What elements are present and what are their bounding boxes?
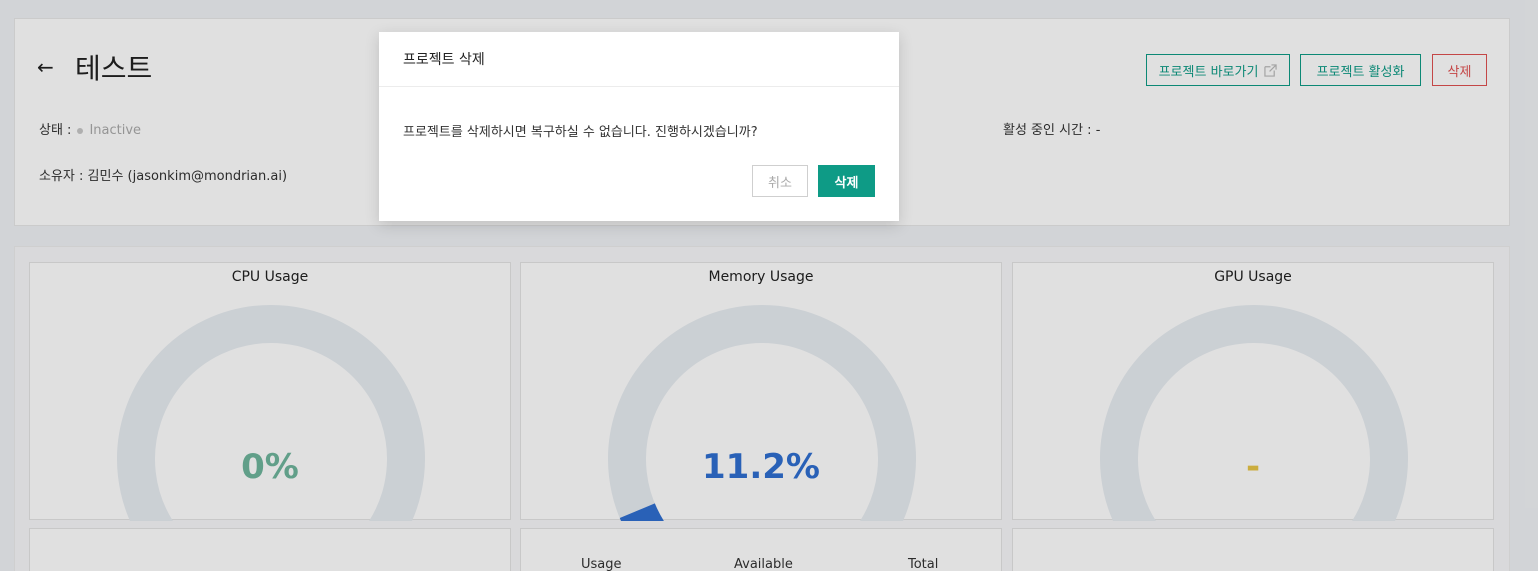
delete-project-dialog: 프로젝트 삭제 프로젝트를 삭제하시면 복구하실 수 없습니다. 진행하시겠습니… — [379, 32, 899, 221]
confirm-delete-button[interactable]: 삭제 — [818, 165, 875, 197]
cancel-button[interactable]: 취소 — [752, 165, 808, 197]
project-detail-page: ← 테스트 상태 : Inactive 소유자 : 김민수 (jasonkim@m… — [0, 0, 1538, 571]
dialog-title: 프로젝트 삭제 — [379, 32, 899, 87]
dialog-message: 프로젝트를 삭제하시면 복구하실 수 없습니다. 진행하시겠습니까? — [403, 125, 758, 140]
